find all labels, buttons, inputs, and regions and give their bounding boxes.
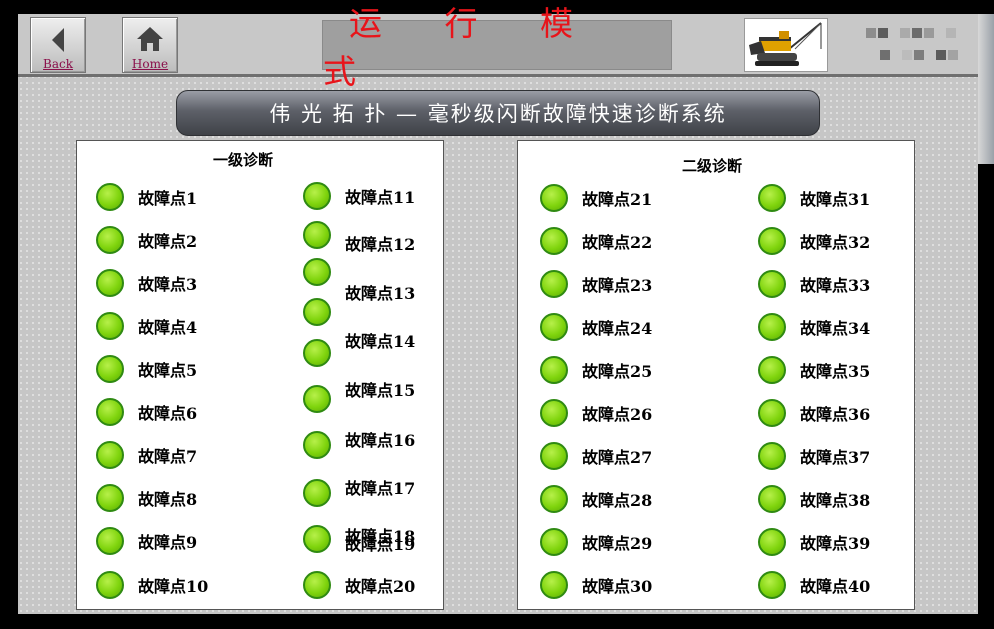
status-led-icon <box>303 385 331 413</box>
status-led-icon <box>96 226 124 254</box>
status-led-icon <box>758 442 786 470</box>
status-led-icon <box>540 571 568 599</box>
status-led-icon <box>758 356 786 384</box>
status-led-icon <box>540 485 568 513</box>
status-led-icon <box>96 484 124 512</box>
status-led-icon <box>96 527 124 555</box>
status-led-icon <box>303 221 331 249</box>
status-led-icon <box>540 184 568 212</box>
status-led-icon <box>758 399 786 427</box>
status-led-icon <box>540 442 568 470</box>
status-led-icon <box>758 184 786 212</box>
level2-diagnosis-panel: 二级诊断 故障点21 故障点22 故障点23 故障点24 故障点25 故障点26… <box>517 140 915 610</box>
excavator-logo <box>744 18 828 72</box>
status-led-icon <box>758 571 786 599</box>
system-title-banner: 伟 光 拓 扑 — 毫秒级闪断故障快速诊断系统 <box>176 90 820 136</box>
status-led-icon <box>758 313 786 341</box>
back-button[interactable]: Back <box>30 17 86 73</box>
arrow-left-icon <box>31 26 85 58</box>
status-led-icon <box>96 183 124 211</box>
top-toolbar: Back Home 运 行 模 式 <box>18 4 978 91</box>
level1-diagnosis-panel: 一级诊断 故障点1 故障点2 故障点3 故障点4 故障点5 故障点6 故障点7 … <box>76 140 444 610</box>
status-led-icon <box>96 398 124 426</box>
status-led-icon <box>303 182 331 210</box>
status-led-icon <box>303 339 331 367</box>
back-label: Back <box>43 57 73 71</box>
level2-title: 二级诊断 <box>682 157 743 175</box>
status-led-icon <box>96 441 124 469</box>
status-led-icon <box>540 356 568 384</box>
status-led-icon <box>540 270 568 298</box>
status-led-icon <box>96 355 124 383</box>
status-led-icon <box>303 431 331 459</box>
status-led-icon <box>758 528 786 556</box>
status-led-icon <box>540 313 568 341</box>
status-led-icon <box>96 571 124 599</box>
status-led-icon <box>758 270 786 298</box>
status-led-icon <box>303 258 331 286</box>
status-led-icon <box>758 227 786 255</box>
status-led-icon <box>540 528 568 556</box>
brand-logo-pixelated <box>866 26 958 66</box>
status-led-icon <box>96 269 124 297</box>
level1-title: 一级诊断 <box>213 151 274 169</box>
status-led-icon <box>303 479 331 507</box>
status-led-icon <box>303 571 331 599</box>
home-button[interactable]: Home <box>122 17 178 73</box>
mode-title: 运 行 模 式 <box>322 4 672 91</box>
home-icon <box>123 26 177 56</box>
status-led-icon <box>758 485 786 513</box>
status-led-icon <box>303 525 331 553</box>
hmi-screen: Back Home 运 行 模 式 伟 光 拓 扑 — 毫秒级闪断故障快速诊断系… <box>18 4 978 614</box>
home-label: Home <box>131 57 169 71</box>
status-led-icon <box>303 298 331 326</box>
status-led-icon <box>540 227 568 255</box>
side-edge-strip <box>978 14 994 164</box>
status-led-icon <box>96 312 124 340</box>
status-led-icon <box>540 399 568 427</box>
